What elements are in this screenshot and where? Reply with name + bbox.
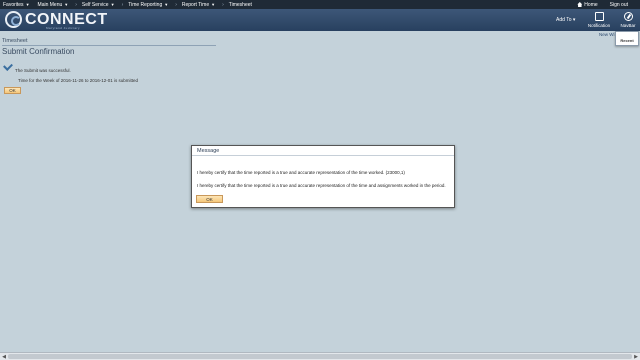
breadcrumb-separator-icon: › — [175, 1, 177, 8]
navbar-label: NavBar — [620, 23, 636, 28]
add-to-menu[interactable]: Add To ▾ — [556, 17, 575, 23]
nav-time-reporting[interactable]: Time Reporting ▼ — [125, 2, 173, 8]
notification-label: Notification — [587, 23, 611, 28]
horizontal-scrollbar[interactable]: ◀ ▶ — [0, 352, 640, 360]
chevron-down-icon: ▼ — [64, 2, 69, 7]
page-heading: Timesheet Submit Confirmation — [2, 38, 216, 56]
app-header: CONNECT Maryland Judiciary Add To ▾ Noti… — [0, 9, 640, 31]
message-dialog: Message I hereby certify that the time r… — [191, 145, 455, 208]
home-link[interactable]: Home — [577, 2, 603, 8]
scroll-left-icon[interactable]: ◀ — [1, 354, 7, 360]
top-nav-right: Home Sign out — [577, 2, 640, 8]
breadcrumb-separator-icon: › — [222, 1, 224, 8]
nav-self-service-label: Self Service — [81, 1, 109, 8]
recent-popover[interactable]: Recent — [615, 31, 639, 46]
success-text: The Submit was successful. — [15, 68, 71, 73]
top-nav-bar: Favorites ▼ Main Menu ▼ › Self Service ▼ › … — [0, 0, 640, 9]
breadcrumb-separator-icon: › — [121, 1, 124, 8]
home-label: Home — [584, 1, 598, 8]
chevron-down-icon: ▼ — [211, 2, 216, 7]
navbar-button[interactable]: NavBar — [617, 12, 639, 28]
nav-report-time[interactable]: Report Time ▼ — [179, 2, 220, 8]
sign-out-label: Sign out — [609, 1, 628, 8]
compass-icon — [623, 12, 633, 21]
ok-button[interactable]: OK — [4, 87, 21, 94]
nav-timesheet[interactable]: Timesheet — [226, 2, 257, 8]
week-submitted-text: Time for the Week of 2016-11-26 to 2016-… — [18, 78, 138, 83]
breadcrumb-separator-icon: › — [75, 1, 77, 8]
page-kicker: Timesheet — [2, 38, 28, 44]
nav-favorites-label: Favorites — [3, 1, 24, 8]
dialog-message-line: I hereby certify that the time reported … — [197, 170, 405, 175]
nav-report-time-label: Report Time — [181, 1, 210, 8]
dialog-title: Message — [192, 146, 454, 156]
chevron-down-icon: ▼ — [25, 2, 30, 7]
notification-button[interactable]: Notification — [587, 12, 611, 28]
logo-icon — [5, 11, 22, 28]
page-title: Submit Confirmation — [2, 45, 216, 56]
nav-timesheet-label: Timesheet — [228, 1, 252, 8]
nav-time-reporting-label: Time Reporting — [128, 1, 163, 8]
checkmark-icon — [3, 61, 13, 71]
home-icon — [577, 2, 583, 7]
scrollbar-thumb[interactable] — [8, 354, 632, 359]
new-window-link[interactable]: New Wi — [599, 32, 615, 37]
chevron-down-icon: ▼ — [110, 2, 115, 7]
nav-main-menu-label: Main Menu — [37, 1, 63, 8]
add-to-label: Add To — [556, 17, 572, 23]
sign-out-link[interactable]: Sign out — [610, 2, 634, 8]
dialog-message-line: I hereby certify that the time reported … — [197, 183, 446, 188]
logo-subtitle: Maryland Judiciary — [46, 26, 81, 30]
chevron-down-icon: ▼ — [164, 2, 169, 7]
scroll-right-icon[interactable]: ▶ — [633, 354, 639, 360]
nav-favorites[interactable]: Favorites ▼ — [0, 2, 35, 8]
nav-self-service[interactable]: Self Service ▼ — [79, 2, 120, 8]
chevron-down-icon: ▾ — [572, 17, 576, 23]
flag-icon — [594, 12, 604, 21]
dialog-ok-button[interactable]: OK — [196, 195, 223, 203]
nav-main-menu[interactable]: Main Menu ▼ — [35, 2, 74, 8]
logo-text: CONNECT — [25, 11, 108, 28]
